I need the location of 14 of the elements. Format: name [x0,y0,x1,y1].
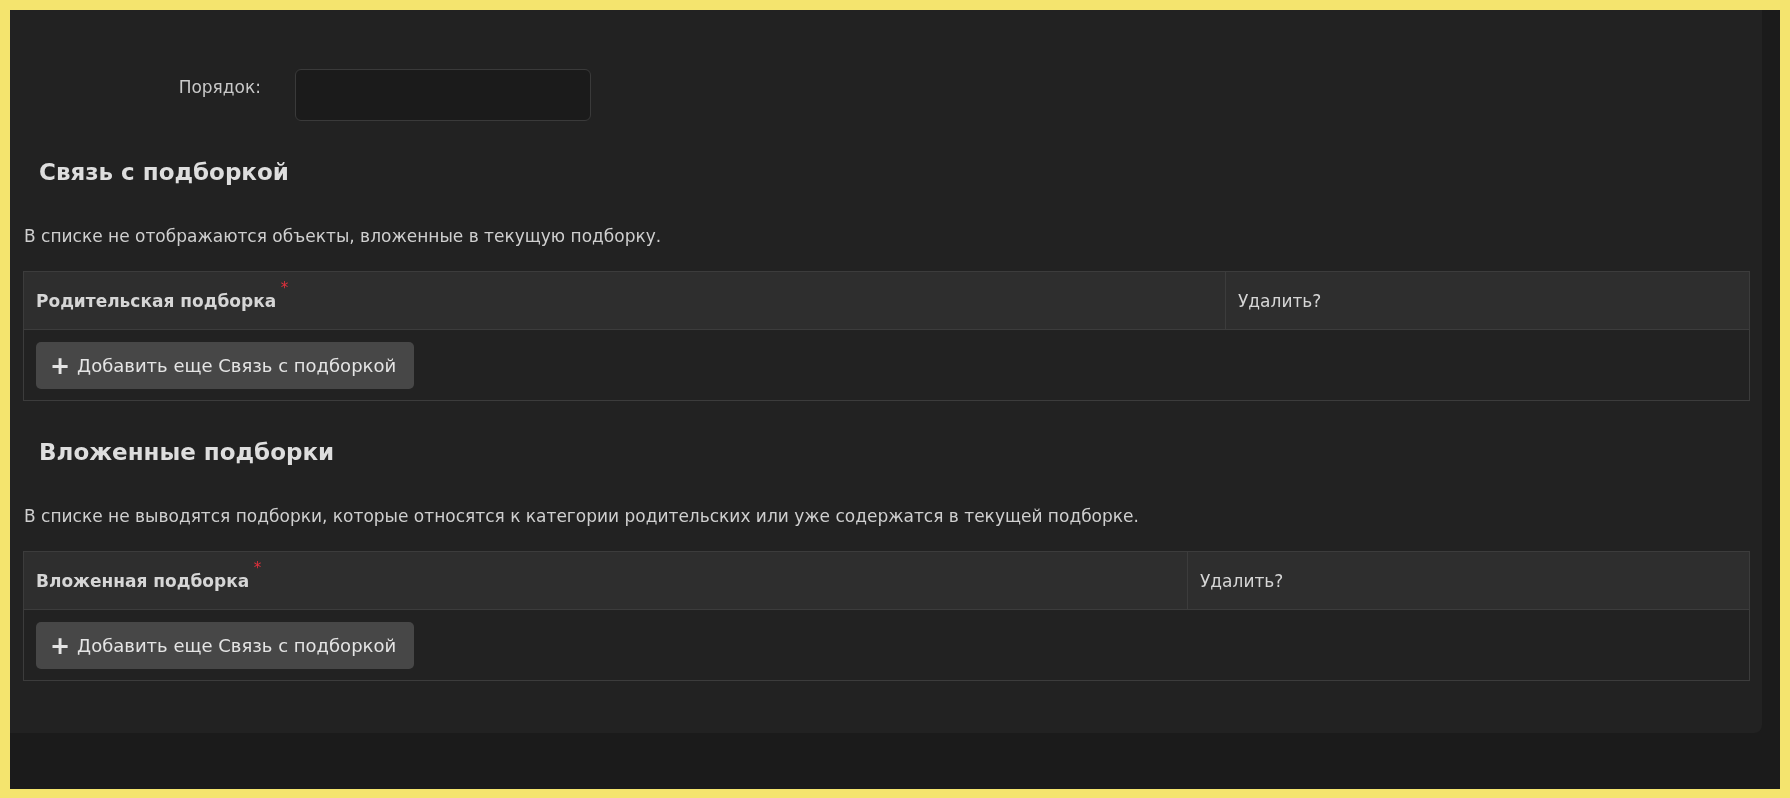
add-row-button[interactable]: + Добавить еще Связь с подборкой [36,622,415,669]
column-header: Удалить? [1238,290,1322,311]
section-description: В списке не выводятся подборки, которые относятся к категории родительских или уже содержатся в текущей подборке. [24,505,1139,527]
order-input-field[interactable] [295,69,591,121]
required-asterisk: * [253,558,262,577]
column-header: Удалить? [1200,570,1284,591]
section-heading: Связь с подборкой [39,158,289,187]
section-description: В списке не отображаются объекты, вложенные в текущую подборку. [24,225,662,247]
plus-icon: + [50,633,71,658]
section-heading: Вложенные подборки [39,438,335,467]
add-row-button[interactable]: + Добавить еще Связь с подборкой [36,342,415,389]
required-asterisk: * [280,278,289,297]
plus-icon: + [50,353,71,378]
order-label: Порядок: [177,76,262,97]
